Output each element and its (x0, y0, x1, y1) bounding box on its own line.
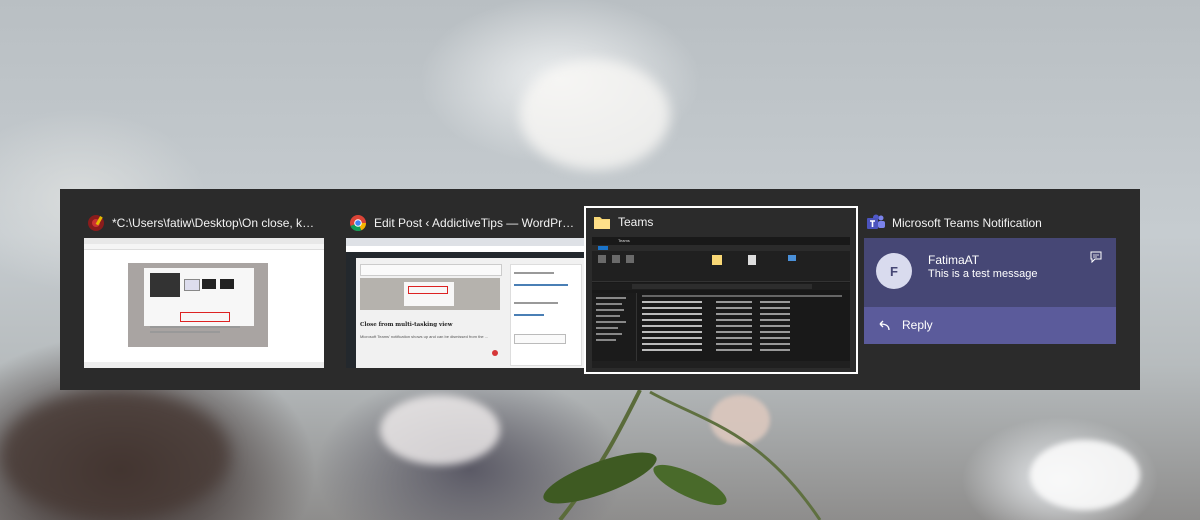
window-preview (84, 238, 324, 368)
reply-button[interactable]: Reply (864, 307, 1116, 344)
teams-icon (866, 213, 886, 233)
teams-notification-card: F FatimaAT This is a test message Reply (864, 238, 1116, 344)
thumb-title: Teams (618, 238, 630, 243)
window-header: *C:\Users\fatiw\Desktop\On close, keep a… (84, 209, 324, 237)
avatar: F (876, 253, 912, 289)
window-preview: Teams (592, 237, 850, 368)
thumb-body: Microsoft Teams' notification shows up a… (360, 334, 489, 339)
notification-message: This is a test message (928, 268, 1038, 280)
notepad-plus-plus-icon (86, 213, 106, 233)
chat-icon (1090, 250, 1102, 268)
window-thumbnail-notepad[interactable]: *C:\Users\fatiw\Desktop\On close, keep a… (84, 209, 324, 370)
notification-sender: FatimaAT (928, 253, 980, 267)
window-title: Microsoft Teams Notification (892, 216, 1042, 230)
window-title: Edit Post ‹ AddictiveTips — WordPress - … (374, 216, 580, 230)
window-title: *C:\Users\fatiw\Desktop\On close, keep a… (112, 216, 318, 230)
window-header: Edit Post ‹ AddictiveTips — WordPress - … (346, 209, 586, 237)
reply-label: Reply (902, 318, 933, 332)
reply-icon (876, 318, 890, 337)
window-thumbnail-teams-notification[interactable]: Microsoft Teams Notification F FatimaAT … (864, 209, 1116, 370)
window-header: Microsoft Teams Notification (864, 209, 1116, 237)
chrome-icon (348, 213, 368, 233)
task-switcher: *C:\Users\fatiw\Desktop\On close, keep a… (60, 189, 1140, 390)
window-thumbnail-chrome[interactable]: Edit Post ‹ AddictiveTips — WordPress - … (346, 209, 586, 370)
window-thumbnail-explorer[interactable]: Teams Teams (584, 206, 858, 374)
thumb-heading: Close from multi-tasking view (360, 322, 453, 328)
window-preview: Close from multi-tasking view Microsoft … (346, 238, 586, 368)
